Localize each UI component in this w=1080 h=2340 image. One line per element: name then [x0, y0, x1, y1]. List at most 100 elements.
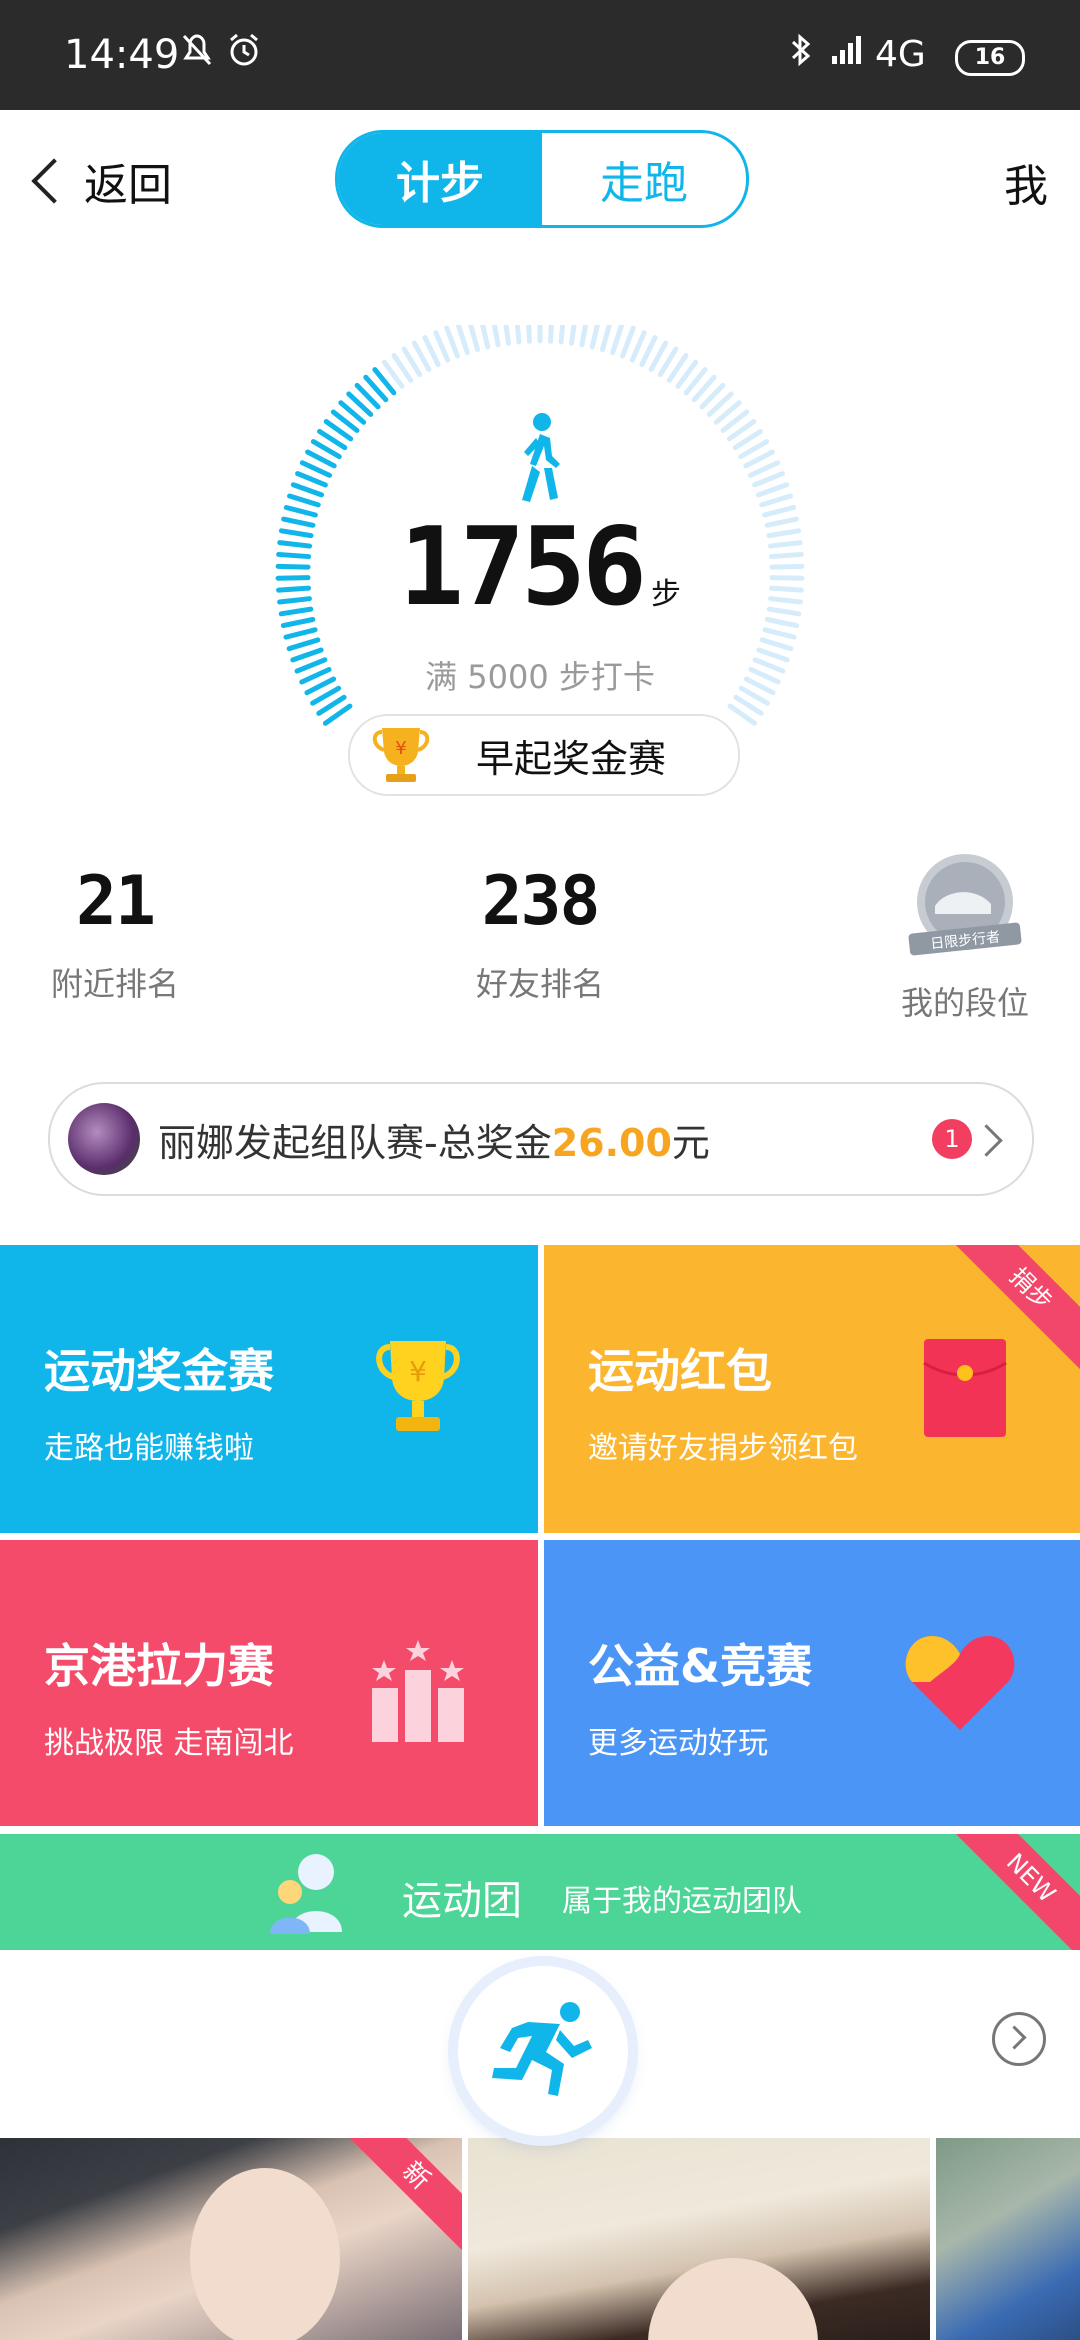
- tile-subtitle: 挑战极限 走南闯北: [44, 1726, 294, 1761]
- progress-tick-empty: [759, 493, 793, 508]
- progress-tick-empty: [747, 460, 781, 478]
- friend-rank-value: 238: [481, 862, 601, 941]
- team-contest-banner[interactable]: 丽娜发起组队赛-总奖金26.00元 1: [48, 1082, 1034, 1196]
- person-face: [190, 2168, 340, 2340]
- me-button[interactable]: 我: [1004, 150, 1048, 214]
- signal-icon: [828, 32, 868, 77]
- my-tier: 我的段位: [880, 978, 1050, 1024]
- contest-label: 早起奖金赛: [476, 736, 667, 781]
- new-badge: 新: [338, 2138, 462, 2254]
- more-arrow-button[interactable]: [992, 2012, 1046, 2066]
- rank-badge-icon[interactable]: 日限步行者: [905, 850, 1025, 970]
- tile-title: 公益&竞赛: [588, 1639, 813, 1693]
- tile-title: 运动红包: [588, 1344, 772, 1398]
- bluetooth-icon: [790, 32, 812, 77]
- friend-rank[interactable]: 238 好友排名: [455, 862, 625, 1005]
- team-contest-text: 丽娜发起组队赛-总奖金26.00元: [158, 1120, 710, 1165]
- progress-tick-empty: [455, 325, 470, 356]
- progress-tick-empty: [629, 330, 647, 363]
- red-envelope-icon: [923, 1339, 1007, 1437]
- chevron-left-icon: [31, 158, 77, 204]
- tab-walk-run[interactable]: 走跑: [542, 133, 746, 225]
- tile-charity-competition[interactable]: 公益&竞赛 更多运动好玩: [544, 1540, 1080, 1826]
- mode-switch: 计步 走跑: [335, 130, 749, 228]
- progress-tick-empty: [491, 325, 501, 348]
- friend-rank-label: 好友排名: [475, 965, 604, 1003]
- tile-subtitle: 更多运动好玩: [588, 1726, 768, 1761]
- back-label: 返回: [84, 160, 172, 211]
- progress-tick-empty: [548, 325, 554, 344]
- trophy-icon: ¥: [372, 728, 430, 782]
- progress-tick-empty: [752, 471, 785, 488]
- progress-tick-filled: [290, 482, 325, 498]
- progress-tick-empty: [759, 637, 794, 652]
- podium-icon: [372, 1640, 464, 1742]
- progress-tick-empty: [589, 325, 600, 350]
- progress-tick-empty: [639, 335, 658, 368]
- heart-icon: [905, 1636, 1015, 1730]
- tile-hk-rally[interactable]: 京港拉力赛 挑战极限 走南闯北: [0, 1540, 538, 1826]
- start-running-button[interactable]: [458, 1966, 628, 2136]
- tile-sport-prize-contest[interactable]: 运动奖金赛 走路也能赚钱啦 ¥: [0, 1245, 538, 1533]
- notification-badge: 1: [932, 1119, 972, 1159]
- progress-tick-empty: [755, 482, 790, 498]
- progress-tick-filled: [295, 471, 328, 488]
- progress-tick-filled: [287, 493, 321, 508]
- svg-text:¥: ¥: [409, 1355, 427, 1388]
- progress-tick-empty: [422, 335, 441, 368]
- my-tier-label: 我的段位: [900, 984, 1029, 1022]
- tile-subtitle: 邀请好友捐步领红包: [588, 1431, 858, 1466]
- tile-title: 京港拉力赛: [44, 1639, 274, 1693]
- mute-icon: [180, 32, 214, 77]
- nearby-rank-label: 附近排名: [50, 965, 179, 1003]
- network-type: 4G: [875, 34, 926, 75]
- new-badge: NEW: [948, 1834, 1080, 1950]
- person-face: [648, 2258, 818, 2340]
- tile-sport-red-envelope[interactable]: 运动红包 邀请好友捐步领红包 捐步: [544, 1245, 1080, 1533]
- community-photo-3[interactable]: [936, 2138, 1080, 2340]
- step-count: 1756 步: [0, 505, 1080, 630]
- early-bird-contest-button[interactable]: ¥ 早起奖金赛: [348, 714, 740, 796]
- progress-tick-empty: [480, 325, 491, 350]
- team-people-icon: [270, 1854, 342, 1934]
- chevron-right-icon: [970, 1124, 1003, 1157]
- avatar: [68, 1103, 140, 1175]
- prize-amount: 26.00: [551, 1120, 672, 1165]
- step-unit: 步: [651, 577, 682, 612]
- nearby-rank[interactable]: 21 附近排名: [30, 862, 200, 1005]
- club-subtitle: 属于我的运动团队: [562, 1884, 802, 1919]
- sport-club-banner[interactable]: 运动团 属于我的运动团队 NEW: [0, 1834, 1080, 1950]
- alarm-icon: [226, 32, 262, 77]
- progress-tick-empty: [762, 627, 797, 640]
- step-count-value: 1756: [398, 505, 647, 630]
- back-button[interactable]: 返回: [20, 146, 172, 216]
- community-photo-1[interactable]: 新: [0, 2138, 462, 2340]
- header: 返回 计步 走跑 我: [0, 110, 1080, 250]
- progress-tick-filled: [299, 460, 333, 478]
- progress-tick-empty: [610, 325, 625, 356]
- walking-person-icon: [510, 412, 570, 508]
- progress-tick-empty: [526, 325, 532, 344]
- progress-tick-empty: [558, 325, 566, 345]
- progress-tick-empty: [468, 325, 481, 353]
- status-bar: 14:49 4G 16: [0, 0, 1080, 110]
- progress-tick-empty: [433, 330, 451, 363]
- tile-subtitle: 走路也能赚钱啦: [44, 1431, 254, 1466]
- progress-tick-empty: [569, 325, 577, 346]
- progress-tick-empty: [503, 325, 511, 346]
- community-photo-2[interactable]: [468, 2138, 930, 2340]
- status-time: 14:49: [64, 32, 180, 78]
- trophy-icon: ¥: [376, 1341, 460, 1431]
- nearby-rank-value: 21: [76, 862, 156, 941]
- progress-tick-empty: [620, 325, 636, 359]
- battery-indicator: 16: [955, 40, 1025, 76]
- progress-tick-empty: [444, 325, 460, 359]
- svg-text:¥: ¥: [395, 738, 406, 759]
- progress-tick-empty: [599, 325, 612, 353]
- progress-tick-empty: [579, 325, 589, 348]
- progress-tick-filled: [283, 627, 318, 640]
- tab-step-count[interactable]: 计步: [338, 133, 542, 225]
- goal-text: 满 5000 步打卡: [425, 658, 655, 696]
- club-title: 运动团: [402, 1878, 522, 1924]
- tile-title: 运动奖金赛: [44, 1344, 274, 1398]
